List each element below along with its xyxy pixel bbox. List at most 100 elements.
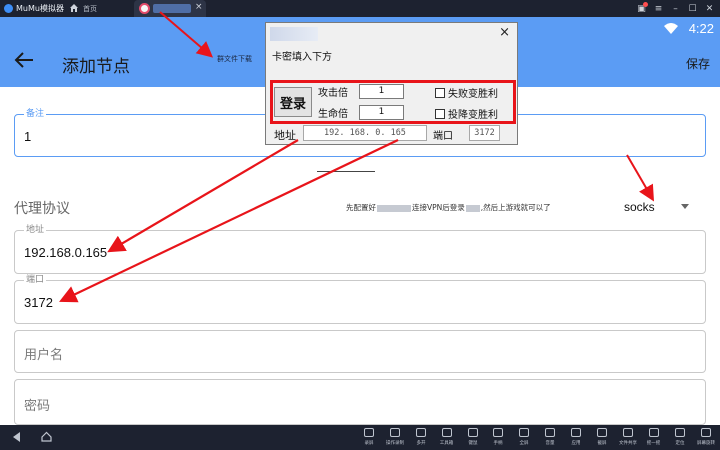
emulator-toolbar: 录屏 操作录制 多开 工具箱 键鼠 手柄 全屏 音量 应用 截屏 文件共享 摇一摇 定位 屏幕旋转 — [356, 426, 718, 449]
maximize-icon[interactable]: ☐ — [686, 2, 699, 15]
toolbar-button-fullscreen[interactable]: 全屏 — [511, 426, 537, 449]
wifi-icon — [664, 23, 678, 34]
toolbar-label: 录屏 — [364, 440, 374, 446]
emulator-title-bar: MuMu模拟器 首页 × ▣ ≡ – ☐ ✕ — [0, 0, 720, 17]
game-tab[interactable]: × — [134, 0, 206, 17]
macro-icon — [389, 428, 400, 437]
toolbar-label: 工具箱 — [439, 440, 454, 446]
toolbar-button-gamepad[interactable]: 手柄 — [485, 426, 511, 449]
gamepad-icon — [493, 428, 504, 437]
checkbox-icon — [435, 108, 445, 119]
protocol-select-value[interactable]: socks — [624, 200, 655, 214]
hint-blurred-text — [465, 204, 480, 212]
toolbar-button-keyboard[interactable]: 键鼠 — [460, 426, 486, 449]
toolbar-button-macro[interactable]: 操作录制 — [382, 426, 408, 449]
toolbar-label: 键鼠 — [468, 440, 478, 446]
toolbar-button-apk[interactable]: 应用 — [563, 426, 589, 449]
toolbar-button-screenshot[interactable]: 截屏 — [589, 426, 615, 449]
folder-icon — [622, 428, 633, 437]
surrender-to-win-checkbox[interactable]: 投降变胜利 — [435, 106, 498, 121]
toolbar-button-rotate[interactable]: 屏幕旋转 — [693, 426, 719, 449]
toolbar-button-folder[interactable]: 文件共享 — [615, 426, 641, 449]
record-icon — [363, 428, 374, 437]
toolbar-label: 定位 — [675, 440, 685, 446]
back-arrow-icon[interactable] — [14, 52, 34, 68]
setup-hint: 先配置好 连接VPN后登录 ,然后上游戏就可以了 — [346, 203, 551, 212]
remark-label: 备注 — [24, 109, 47, 120]
gift-icon[interactable]: ▣ — [635, 2, 648, 15]
home-icon[interactable] — [69, 3, 79, 13]
hint-blurred-text — [377, 204, 411, 212]
minimize-icon[interactable]: – — [669, 2, 682, 15]
popup-port-input[interactable]: 3172 — [469, 125, 500, 141]
toolbar-button-toolbox[interactable]: 工具箱 — [434, 426, 460, 449]
nav-home-icon[interactable] — [41, 431, 52, 442]
username-placeholder: 用户名 — [24, 348, 64, 363]
location-icon — [674, 428, 685, 437]
login-button[interactable]: 登录 — [274, 87, 312, 117]
keyboard-icon — [467, 428, 478, 437]
game-tab-icon — [139, 3, 150, 14]
nav-back-icon[interactable] — [13, 432, 20, 442]
popup-close-icon[interactable]: × — [499, 25, 510, 40]
toolbar-label: 屏幕旋转 — [696, 440, 715, 446]
toolbar-button-multi-instance[interactable]: 多开 — [408, 426, 434, 449]
game-tab-title-blurred — [153, 4, 191, 13]
rotate-icon — [700, 428, 711, 437]
status-clock: 4:22 — [688, 21, 714, 36]
fail-to-win-checkbox[interactable]: 失败变胜利 — [435, 85, 498, 100]
group-file-annotation: 群文件下载 — [217, 55, 252, 63]
home-tab-label[interactable]: 首页 — [83, 4, 97, 14]
popup-heading: 卡密填入下方 — [272, 52, 332, 63]
popup-address-label: 地址 — [274, 129, 296, 142]
address-value: 192.168.0.165 — [24, 245, 108, 260]
popup-port-label: 端口 — [433, 131, 453, 142]
attack-multiplier-input[interactable]: 1 — [359, 84, 404, 99]
password-placeholder: 密码 — [24, 399, 51, 414]
divider — [317, 171, 375, 172]
menu-icon[interactable]: ≡ — [652, 2, 665, 15]
checkbox-icon — [435, 87, 445, 98]
toolbar-label: 音量 — [545, 440, 555, 446]
toolbox-icon — [441, 428, 452, 437]
emulator-bottom-bar: 录屏 操作录制 多开 工具箱 键鼠 手柄 全屏 音量 应用 截屏 文件共享 摇一摇 定位 屏幕旋转 — [0, 425, 720, 450]
address-label: 地址 — [24, 225, 47, 236]
address-field[interactable]: 地址 192.168.0.165 — [14, 225, 706, 274]
port-field[interactable]: 端口 3172 — [14, 275, 706, 324]
toolbar-label: 手柄 — [493, 440, 503, 446]
fullscreen-icon — [519, 428, 530, 437]
apk-icon — [571, 428, 582, 437]
attack-multiplier-label: 攻击倍 — [318, 88, 348, 99]
remark-value: 1 — [24, 129, 32, 144]
close-icon[interactable]: ✕ — [703, 2, 716, 15]
password-field[interactable]: 密码 — [14, 379, 706, 425]
health-multiplier-label: 生命倍 — [318, 109, 348, 120]
page-title: 添加节点 — [62, 57, 130, 77]
toolbar-label: 多开 — [416, 440, 426, 446]
proxy-protocol-label: 代理协议 — [14, 201, 70, 217]
username-field[interactable]: 用户名 — [14, 330, 706, 373]
emulator-window: MuMu模拟器 首页 × ▣ ≡ – ☐ ✕ 4:22 添加节点 群文件下载 保… — [0, 0, 720, 450]
toolbar-button-shake[interactable]: 摇一摇 — [641, 426, 667, 449]
mumu-logo-icon — [4, 4, 13, 13]
toolbar-button-record[interactable]: 录屏 — [356, 426, 382, 449]
multi-instance-icon — [415, 428, 426, 437]
toolbar-button-volume[interactable]: 音量 — [537, 426, 563, 449]
health-multiplier-input[interactable]: 1 — [359, 105, 404, 120]
toolbar-button-location[interactable]: 定位 — [667, 426, 693, 449]
port-label: 端口 — [24, 275, 47, 286]
volume-icon — [545, 428, 556, 437]
port-value: 3172 — [24, 295, 53, 310]
popup-title-blurred — [270, 27, 318, 41]
toolbar-label: 应用 — [571, 440, 581, 446]
dropdown-arrow-icon[interactable] — [681, 204, 689, 209]
save-button[interactable]: 保存 — [686, 55, 710, 72]
window-controls: ▣ ≡ – ☐ ✕ — [631, 2, 716, 15]
tab-close-icon[interactable]: × — [195, 2, 203, 12]
popup-address-input[interactable]: 192. 168. 0. 165 — [303, 125, 427, 141]
toolbar-label: 操作录制 — [385, 440, 404, 446]
emulator-app-name: MuMu模拟器 — [16, 4, 64, 13]
toolbar-label: 截屏 — [597, 440, 607, 446]
toolbar-label: 摇一摇 — [646, 440, 661, 446]
screenshot-icon — [596, 428, 607, 437]
